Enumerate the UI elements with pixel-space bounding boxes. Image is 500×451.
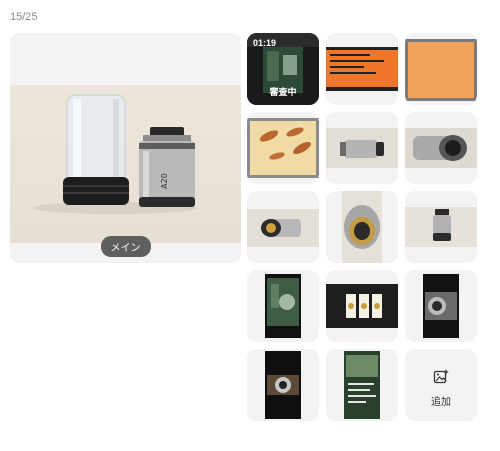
- phone-objective-photo: [265, 351, 301, 419]
- thumb-phone-objective[interactable]: [247, 349, 319, 421]
- micro-sample-photo: [247, 118, 319, 178]
- main-badge: メイン: [100, 236, 151, 257]
- lens-front-photo: [247, 209, 319, 247]
- main-photo: A20: [10, 85, 241, 243]
- add-photo-button[interactable]: 追加: [405, 349, 477, 421]
- thumb-lens-side[interactable]: [326, 112, 398, 184]
- thumb-lens-front[interactable]: [247, 191, 319, 263]
- phone-lens-photo: [423, 274, 459, 338]
- lens-standing-photo: [405, 207, 477, 247]
- thumb-phone-forest[interactable]: [247, 270, 319, 342]
- thumb-lens-standing[interactable]: [405, 191, 477, 263]
- orange-photo: [405, 39, 477, 101]
- phone-forest-photo: [265, 274, 301, 338]
- svg-text:A20: A20: [160, 173, 169, 189]
- thumb-screen-samples[interactable]: [326, 270, 398, 342]
- lens-top-photo: [342, 191, 382, 263]
- main-photo-card[interactable]: A20 メイン: [10, 33, 241, 263]
- thumb-slide[interactable]: [326, 33, 398, 105]
- screen-samples-photo: [326, 284, 398, 328]
- add-image-icon: [433, 369, 449, 384]
- add-label: 追加: [431, 397, 451, 408]
- slide-thumbnail: [326, 47, 398, 91]
- lens-angle-photo: [405, 128, 477, 168]
- thumb-video[interactable]: 01:19 審査中: [247, 33, 319, 105]
- thumb-lens-angle[interactable]: [405, 112, 477, 184]
- photo-counter: 15/25: [10, 11, 38, 23]
- thumb-orange[interactable]: [405, 33, 477, 105]
- thumb-phone-text[interactable]: [326, 349, 398, 421]
- video-duration: 01:19: [253, 38, 277, 48]
- phone-text-photo: [344, 351, 380, 419]
- thumb-micro-sample[interactable]: [247, 112, 319, 184]
- lens-side-photo: [326, 128, 398, 168]
- thumb-phone-lens[interactable]: [405, 270, 477, 342]
- review-status: 審査中: [269, 87, 297, 97]
- thumb-lens-top[interactable]: [326, 191, 398, 263]
